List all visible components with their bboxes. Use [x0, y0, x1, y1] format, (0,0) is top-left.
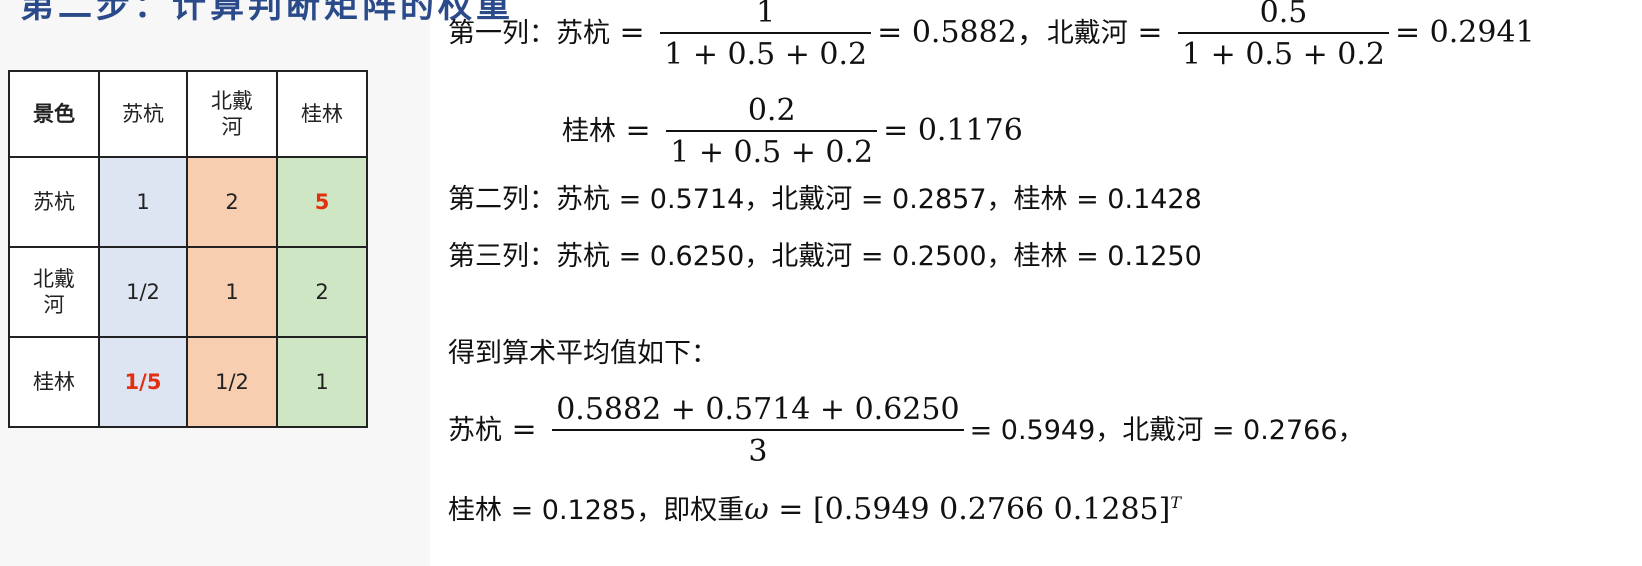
fraction-numerator: 0.5: [1259, 0, 1308, 30]
table-row: 北戴 河 1/2 1 2: [8, 246, 368, 338]
average-suhang-label: 苏杭: [448, 415, 502, 446]
average-intro: 得到算术平均值如下：: [448, 338, 718, 369]
section-title-cropped: 第二步：计算判断矩阵的权重: [20, 0, 514, 26]
col1-guilin-fraction: 0.2 1 + 0.5 + 0.2: [666, 93, 878, 168]
fraction-denominator: 1 + 0.5 + 0.2: [660, 32, 872, 70]
col1-equation-line: 第一列：苏杭 = 11 + 0.5 + 0.2 = 0.5882，北戴河 = 0.…: [448, 0, 1535, 72]
fraction-denominator: 3: [552, 429, 964, 467]
col1-guilin-value: = 0.1176: [883, 113, 1023, 148]
col1-suhang-label: 苏杭: [556, 18, 610, 49]
col1-beidaihe-fraction: 0.5 1 + 0.5 + 0.2: [1178, 0, 1389, 70]
header-cell-beidaihe: 北戴 河: [186, 70, 278, 158]
table-cell: 2: [186, 156, 278, 248]
row-label-text: 北戴 河: [33, 266, 75, 317]
judgement-matrix-table: 景色 苏杭 北戴 河 桂林 苏杭 1 2 5 北戴 河 1/2 1 2 桂林 1…: [8, 70, 368, 428]
col1-suhang-value: = 0.5882，: [877, 15, 1047, 50]
table-cell-highlight: 5: [276, 156, 368, 248]
row-label: 北戴 河: [8, 246, 100, 338]
weight-vector: = [0.5949 0.2766 0.1285]: [778, 492, 1171, 527]
omega-symbol: ω: [744, 492, 769, 527]
average-rest: = 0.5949，北戴河 = 0.2766，: [969, 415, 1365, 446]
col1-beidaihe-value: = 0.2941: [1394, 15, 1535, 50]
table-cell: 2: [276, 246, 368, 338]
transpose-superscript: T: [1170, 493, 1182, 512]
table-cell: 1: [98, 156, 188, 248]
table-header-row: 景色 苏杭 北戴 河 桂林: [8, 70, 368, 158]
col1-beidaihe-label: 北戴河: [1046, 18, 1128, 49]
table-row: 桂林 1/5 1/2 1: [8, 336, 368, 428]
header-cell-scenery: 景色: [8, 70, 100, 158]
fraction-denominator: 1 + 0.5 + 0.2: [666, 130, 878, 168]
table-cell: 1: [186, 246, 278, 338]
fraction-numerator: 0.5882 + 0.5714 + 0.6250: [556, 392, 960, 427]
col1-guilin-label: 桂林: [562, 116, 616, 147]
fraction-numerator: 1: [756, 0, 776, 30]
weight-vector-line: 桂林 = 0.1285，即权重ω = [0.5949 0.2766 0.1285…: [448, 495, 1181, 525]
fraction-denominator: 1 + 0.5 + 0.2: [1178, 32, 1389, 70]
col2-line: 第二列：苏杭 = 0.5714，北戴河 = 0.2857，桂林 = 0.1428: [448, 184, 1202, 215]
table-cell: 1/2: [98, 246, 188, 338]
table-cell: 1/2: [186, 336, 278, 428]
average-equation-line: 苏杭 = 0.5882 + 0.5714 + 0.6250 3 = 0.5949，北…: [448, 392, 1365, 469]
header-cell-suhang: 苏杭: [98, 70, 188, 158]
table-cell-highlight: 1/5: [98, 336, 188, 428]
row-label: 桂林: [8, 336, 100, 428]
table-cell: 1: [276, 336, 368, 428]
col3-line: 第三列：苏杭 = 0.6250，北戴河 = 0.2500，桂林 = 0.1250: [448, 241, 1202, 272]
col1-guilin-line: 桂林 = 0.2 1 + 0.5 + 0.2 = 0.1176: [562, 93, 1023, 170]
fraction-numerator: 0.2: [747, 93, 796, 128]
table-row: 苏杭 1 2 5: [8, 156, 368, 248]
row-label: 苏杭: [8, 156, 100, 248]
average-fraction: 0.5882 + 0.5714 + 0.6250 3: [552, 392, 964, 467]
header-beidaihe-text: 北戴 河: [211, 88, 253, 139]
weight-prefix: 桂林 = 0.1285，即权重: [448, 495, 745, 526]
header-cell-guilin: 桂林: [276, 70, 368, 158]
col1-suhang-fraction: 11 + 0.5 + 0.2: [660, 0, 872, 70]
col1-prefix: 第一列：: [448, 18, 556, 49]
